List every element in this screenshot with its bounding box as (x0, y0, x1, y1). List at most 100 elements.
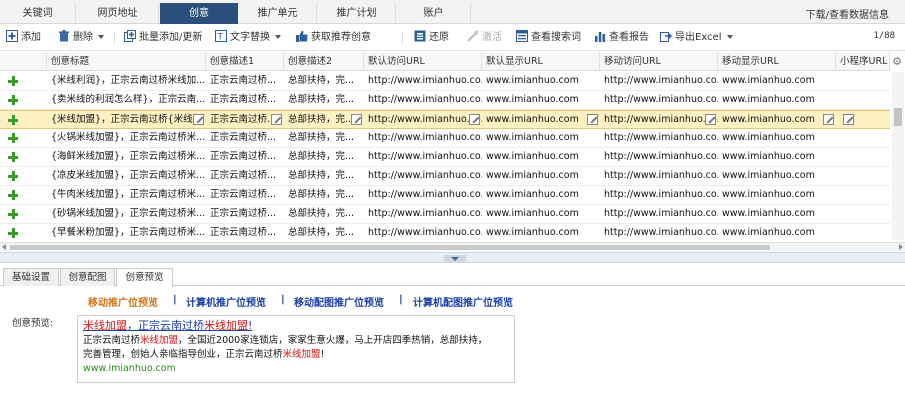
scroll-left-icon[interactable] (2, 244, 6, 250)
cell-mobile-url[interactable]: http://www.imianhuo.co... (600, 205, 718, 223)
table-row[interactable]: {火锅米线加盟}，正宗云南过桥米... 正宗云南过桥... 总部扶持，完... htt… (0, 129, 890, 148)
cell-title[interactable]: {凉皮米线加盟}，正宗云南过桥米... (47, 167, 206, 185)
expand-plus-icon[interactable] (8, 228, 18, 238)
cell-default-display-url[interactable]: www.imianhuo.com (482, 167, 600, 185)
cell-default-display-url[interactable]: www.imianhuo.com (482, 91, 600, 109)
cell-title[interactable]: {牛肉米线加盟}，正宗云南过桥米... (47, 186, 206, 204)
table-row[interactable]: {卖米线的利润怎么样}，正宗云南... 正宗云南过桥... 总部扶持，完... htt… (0, 91, 890, 110)
column-header-mobile-url[interactable]: 移动访问URL (600, 52, 718, 71)
cell-desc1[interactable]: 正宗云南过桥... (206, 129, 284, 147)
expand-plus-icon[interactable] (8, 76, 18, 86)
tab-creative-image[interactable]: 创意配图 (60, 268, 115, 286)
cell-title[interactable]: {卖米线的利润怎么样}，正宗云南... (47, 91, 206, 109)
expand-plus-icon[interactable] (8, 95, 18, 105)
tab-creative-preview[interactable]: 创意预览 (116, 268, 173, 287)
export-excel-button[interactable]: 导出Excel (660, 30, 733, 46)
cell-desc2[interactable]: 总部扶持，完... (284, 91, 364, 109)
preview-title[interactable]: 米线加盟，正宗云南过桥米线加盟! (83, 317, 252, 333)
cell-default-url[interactable]: http://www.imianhuo.co... (364, 91, 482, 109)
add-button[interactable]: 添加 (6, 30, 41, 46)
tab-keywords[interactable]: 关键词 (0, 3, 76, 24)
horizontal-scroll-thumb[interactable] (10, 245, 770, 250)
batch-add-update-button[interactable]: 批量添加/更新 (124, 30, 202, 46)
cell-default-url[interactable]: http://www.imianhuo.co... (364, 186, 482, 204)
cell-mobile-display-url[interactable]: www.imianhuo.com (718, 186, 836, 204)
tab-account[interactable]: 账户 (397, 3, 471, 24)
cell-default-display-url[interactable]: www.imianhuo.com (482, 148, 600, 166)
gear-icon[interactable]: ⚙ (890, 55, 904, 69)
expand-plus-icon[interactable] (8, 171, 18, 181)
cell-title[interactable]: {早餐米粉加盟}，正宗云南过桥米... (47, 224, 206, 242)
table-row[interactable]: {海鲜米线加盟}，正宗云南过桥米... 正宗云南过桥... 总部扶持，完... htt… (0, 148, 890, 167)
cell-mobile-display-url[interactable]: www.imianhuo.com (718, 205, 836, 223)
column-header-default-display-url[interactable]: 默认显示URL (482, 52, 600, 71)
text-replace-button[interactable]: T 文字替换 (215, 30, 281, 46)
restore-button[interactable]: 还原 (414, 30, 449, 46)
cell-desc2[interactable]: 总部扶持，完... (284, 167, 364, 185)
cell-desc1[interactable]: 正宗云南过桥... (206, 224, 284, 242)
table-row[interactable]: {凉皮米线加盟}，正宗云南过桥米... 正宗云南过桥... 总部扶持，完... htt… (0, 167, 890, 186)
tab-basic-settings[interactable]: 基础设置 (3, 268, 59, 286)
column-header-mobile-display-url[interactable]: 移动显示URL (718, 52, 836, 71)
cell-title[interactable]: {海鲜米线加盟}，正宗云南过桥米... (47, 148, 206, 166)
cell-desc1[interactable]: 正宗云南过桥... (206, 91, 284, 109)
expand-plus-icon[interactable] (8, 152, 18, 162)
expand-plus-icon[interactable] (8, 115, 18, 125)
view-search-terms-button[interactable]: 查看搜索词 (516, 30, 581, 46)
cell-default-url[interactable]: http://www.imianhuo.co... (364, 205, 482, 223)
cell-mobile-url[interactable]: http://www.imianhuo.co... (600, 148, 718, 166)
edit-icon[interactable] (271, 114, 282, 125)
cell-title[interactable]: {火锅米线加盟}，正宗云南过桥米... (47, 129, 206, 147)
cell-mobile-display-url[interactable]: www.imianhuo.com (718, 91, 836, 109)
preview-link-computer[interactable]: 计算机推广位预览 (186, 294, 266, 309)
cell-mobile-url[interactable]: http://www.imianhuo.co... (600, 72, 718, 90)
panel-splitter[interactable] (0, 252, 905, 263)
collapse-handle-icon[interactable] (444, 255, 466, 262)
preview-link-computer-image[interactable]: 计算机配图推广位预览 (413, 294, 513, 309)
edit-icon[interactable] (587, 114, 598, 125)
cell-default-display-url[interactable]: www.imianhuo.com (482, 186, 600, 204)
cell-desc1[interactable]: 正宗云南过桥... (206, 186, 284, 204)
cell-default-url[interactable]: http://www.imianhuo.co... (364, 167, 482, 185)
edit-icon[interactable] (193, 114, 204, 125)
view-report-button[interactable]: 查看报告 (594, 30, 649, 46)
horizontal-scrollbar[interactable] (0, 242, 905, 251)
preview-link-mobile[interactable]: 移动推广位预览 (88, 294, 158, 309)
cell-mobile-display-url[interactable]: www.imianhuo.com (718, 167, 836, 185)
cell-mobile-url[interactable]: http://www.imianhuo.co... (600, 224, 718, 242)
scroll-right-icon[interactable] (899, 244, 903, 250)
table-row[interactable]: {米线利润}，正宗云南过桥米线加... 正宗云南过桥... 总部扶持，完... htt… (0, 72, 890, 91)
cell-desc1[interactable]: 正宗云南过桥... (206, 167, 284, 185)
cell-default-display-url[interactable]: www.imianhuo.com (482, 111, 600, 129)
edit-icon[interactable] (843, 114, 854, 125)
cell-mobile-display-url[interactable]: www.imianhuo.com (718, 224, 836, 242)
cell-desc1[interactable]: 正宗云南过桥... (206, 205, 284, 223)
cell-desc2[interactable]: 总部扶持，完... (284, 148, 364, 166)
table-row[interactable]: {米线加盟}，正宗云南过桥{米线加... 正宗云南过桥... 总部扶持，完... ht… (0, 110, 890, 129)
cell-mobile-url[interactable]: http://www.imianhuo.co... (600, 186, 718, 204)
cell-mobile-url[interactable]: http://www.imianhuo.co... (600, 91, 718, 109)
expand-plus-icon[interactable] (8, 209, 18, 219)
cell-desc2[interactable]: 总部扶持，完... (284, 129, 364, 147)
cell-default-url[interactable]: http://www.imianhuo.co... (364, 72, 482, 90)
column-header-title[interactable]: 创意标题 (47, 52, 206, 71)
cell-default-url[interactable]: http://www.imianhuo.co... (364, 129, 482, 147)
cell-desc2[interactable]: 总部扶持，完... (284, 186, 364, 204)
column-header-miniprogram-url[interactable]: 小程序URL (836, 52, 890, 71)
edit-icon[interactable] (705, 114, 716, 125)
edit-icon[interactable] (823, 114, 834, 125)
expand-plus-icon[interactable] (8, 190, 18, 200)
column-header-desc1[interactable]: 创意描述1 (206, 52, 284, 71)
vertical-scrollbar[interactable] (892, 72, 904, 240)
cell-desc2[interactable]: 总部扶持，完... (284, 224, 364, 242)
edit-icon[interactable] (469, 114, 480, 125)
cell-mobile-display-url[interactable]: www.imianhuo.com (718, 72, 836, 90)
cell-desc1[interactable]: 正宗云南过桥... (206, 72, 284, 90)
cell-default-display-url[interactable]: www.imianhuo.com (482, 205, 600, 223)
tab-creative[interactable]: 创意 (160, 3, 238, 24)
cell-mobile-url[interactable]: http://www.imianhuo.co... (600, 129, 718, 147)
tab-web-address[interactable]: 网页地址 (77, 3, 159, 24)
expand-plus-icon[interactable] (8, 133, 18, 143)
cell-desc2[interactable]: 总部扶持，完... (284, 205, 364, 223)
cell-default-display-url[interactable]: www.imianhuo.com (482, 72, 600, 90)
